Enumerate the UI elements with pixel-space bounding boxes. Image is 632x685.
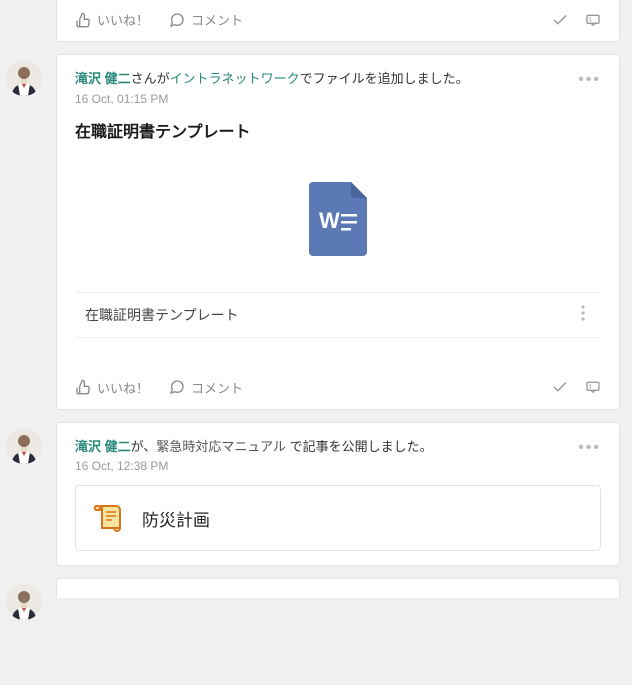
action-bar: いいね！ コメント (75, 0, 601, 41)
more-options-icon[interactable]: ••• (578, 71, 601, 89)
feed-card-partial-top: いいね！ コメント (56, 0, 620, 42)
group-link[interactable]: 緊急時対応マニュアル (156, 439, 286, 454)
file-menu-icon[interactable] (575, 305, 591, 324)
thumbs-up-icon (75, 379, 91, 395)
feed-card-partial-bottom: 滝沢 健二が、緊急時対応マニュアル で記事を公開しました。 (56, 578, 620, 598)
check-icon[interactable] (551, 11, 569, 29)
comment-label: コメント (191, 378, 243, 397)
comment-icon (169, 12, 185, 28)
activity-line: 滝沢 健二さんがイントラネットワークでファイルを追加しました。 (75, 69, 571, 89)
comment-button[interactable]: コメント (169, 10, 243, 29)
feed-card: 滝沢 健二さんがイントラネットワークでファイルを追加しました。 16 Oct, … (56, 54, 620, 410)
file-preview[interactable]: W (75, 142, 601, 286)
file-name[interactable]: 在職証明書テンプレート (85, 305, 239, 325)
feed-card: 滝沢 健二が、緊急時対応マニュアル で記事を公開しました。 16 Oct, 12… (56, 422, 620, 567)
article-card[interactable]: 防災計画 (75, 485, 601, 551)
comment-button[interactable]: コメント (169, 378, 243, 397)
reply-box-icon[interactable] (585, 379, 601, 395)
more-options-icon[interactable]: ••• (578, 439, 601, 457)
file-row: 在職証明書テンプレート (75, 292, 601, 338)
user-link[interactable]: 滝沢 健二 (75, 71, 131, 86)
timestamp: 16 Oct, 12:38 PM (75, 459, 571, 473)
avatar[interactable] (6, 60, 42, 96)
action-bar: いいね！ コメント (75, 368, 601, 409)
network-link[interactable]: イントラネットワーク (170, 71, 300, 86)
avatar[interactable] (6, 584, 42, 620)
svg-text:W: W (319, 208, 340, 233)
thumbs-up-icon (75, 12, 91, 28)
comment-icon (169, 379, 185, 395)
word-doc-icon: W (309, 182, 367, 256)
like-button[interactable]: いいね！ (75, 378, 149, 397)
comment-label: コメント (191, 10, 243, 29)
user-link[interactable]: 滝沢 健二 (75, 439, 131, 454)
reply-box-icon[interactable] (585, 12, 601, 28)
avatar[interactable] (6, 428, 42, 464)
scroll-icon (92, 502, 124, 534)
article-title: 防災計画 (142, 506, 210, 531)
post-title: 在職証明書テンプレート (75, 118, 601, 142)
like-button[interactable]: いいね！ (75, 10, 149, 29)
activity-line: 滝沢 健二が、緊急時対応マニュアル で記事を公開しました。 (75, 437, 571, 457)
like-label: いいね！ (97, 10, 149, 29)
timestamp: 16 Oct, 01:15 PM (75, 92, 571, 106)
check-icon[interactable] (551, 378, 569, 396)
like-label: いいね！ (97, 378, 149, 397)
